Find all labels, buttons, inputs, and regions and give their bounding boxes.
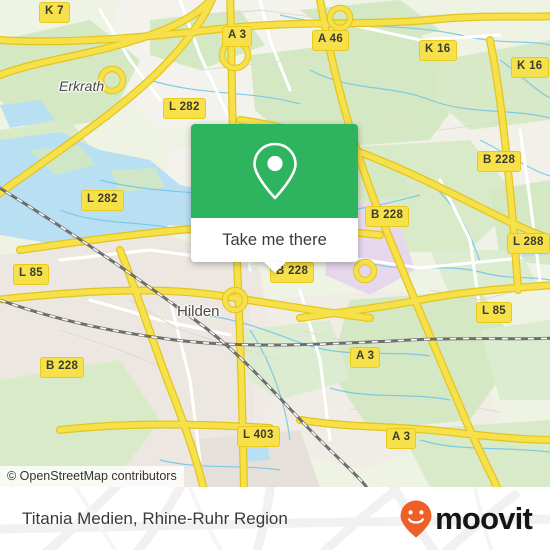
- road-shield: K 7: [39, 2, 70, 23]
- card-pointer-arrow: [263, 262, 286, 273]
- road-shield: L 288: [507, 233, 550, 254]
- moovit-wordmark: moovit: [435, 501, 533, 536]
- take-me-there-button[interactable]: Take me there: [191, 218, 358, 273]
- road-shield: A 46: [312, 30, 350, 51]
- road-shield: L 85: [476, 302, 513, 323]
- map-pin-icon: [252, 142, 297, 200]
- moovit-logo[interactable]: moovit: [399, 499, 533, 539]
- location-info-card[interactable]: Take me there: [191, 124, 358, 273]
- road-shield: B 228: [477, 151, 522, 172]
- take-me-there-label: Take me there: [222, 230, 327, 249]
- road-shield: A 3: [222, 26, 253, 47]
- moovit-map-share-card: K 7 A 3 A 46 K 16 K 16 L 282 B 228 L 282 B 228 L …: [0, 0, 550, 550]
- road-shield: L 85: [13, 264, 50, 285]
- road-shield: A 3: [350, 347, 381, 368]
- place-label: Hilden: [177, 303, 220, 320]
- road-shield: K 16: [419, 40, 457, 61]
- road-shield: K 16: [511, 57, 549, 78]
- place-label: Erkrath: [59, 78, 105, 94]
- footer-bar: Titania Medien, Rhine-Ruhr Region moovit: [0, 487, 550, 550]
- road-shield: A 3: [386, 428, 417, 449]
- road-shield: B 228: [365, 206, 410, 227]
- moovit-smiley-pin-icon: [400, 500, 432, 537]
- road-shield: L 282: [163, 98, 206, 119]
- card-pin-panel: [191, 124, 358, 218]
- map-canvas[interactable]: K 7 A 3 A 46 K 16 K 16 L 282 B 228 L 282 B 228 L …: [0, 0, 550, 487]
- road-shield: L 403: [237, 426, 280, 447]
- road-shield: B 228: [40, 357, 85, 378]
- road-shield: L 282: [81, 190, 124, 211]
- osm-attribution[interactable]: © OpenStreetMap contributors: [0, 466, 184, 487]
- page-title: Titania Medien, Rhine-Ruhr Region: [22, 508, 288, 528]
